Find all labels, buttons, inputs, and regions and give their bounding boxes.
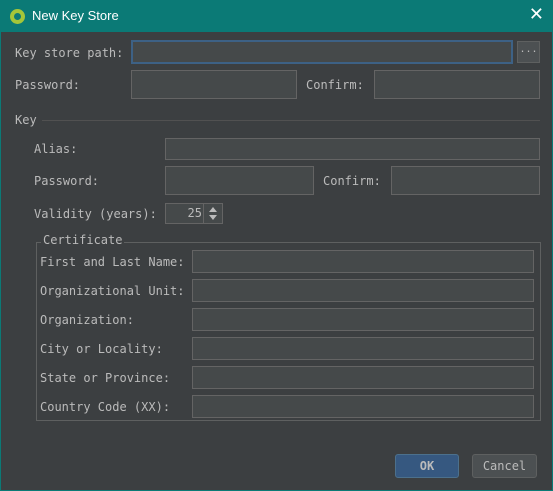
key-section-divider — [42, 120, 540, 121]
spinner-arrows[interactable] — [203, 204, 222, 223]
keystore-password-label: Password: — [15, 78, 81, 92]
key-store-path-label: Key store path: — [15, 46, 124, 60]
key-password-label: Password: — [34, 174, 100, 188]
keystore-confirm-field[interactable] — [374, 70, 540, 99]
close-icon[interactable]: ✕ — [529, 5, 544, 25]
country-code-label: Country Code (XX): — [40, 400, 171, 414]
keystore-confirm-label: Confirm: — [306, 78, 364, 92]
browse-button[interactable]: ... — [517, 41, 540, 63]
organization-field[interactable] — [192, 308, 534, 331]
organizational-unit-field[interactable] — [192, 279, 534, 302]
window-title: New Key Store — [32, 8, 119, 23]
state-province-field[interactable] — [192, 366, 534, 389]
validity-spinner[interactable]: 25 — [165, 203, 223, 224]
key-confirm-label: Confirm: — [323, 174, 381, 188]
decrement-arrow-icon[interactable] — [209, 215, 217, 220]
alias-label: Alias: — [34, 142, 78, 156]
city-locality-field[interactable] — [192, 337, 534, 360]
first-last-name-label: First and Last Name: — [40, 255, 185, 269]
key-store-path-input[interactable] — [131, 40, 513, 64]
title-bar: New Key Store ✕ — [1, 1, 553, 32]
organization-label: Organization: — [40, 313, 134, 327]
key-password-field[interactable] — [165, 166, 314, 195]
country-code-field[interactable] — [192, 395, 534, 418]
validity-label: Validity (years): — [34, 207, 157, 221]
validity-value: 25 — [187, 206, 202, 220]
state-province-label: State or Province: — [40, 371, 171, 385]
alias-field[interactable] — [165, 138, 540, 160]
first-last-name-field[interactable] — [192, 250, 534, 273]
key-confirm-field[interactable] — [391, 166, 540, 195]
increment-arrow-icon[interactable] — [209, 207, 217, 212]
keystore-password-field[interactable] — [131, 70, 297, 99]
ok-button[interactable]: OK — [395, 454, 459, 478]
city-locality-label: City or Locality: — [40, 342, 163, 356]
key-section-label: Key — [15, 113, 37, 127]
cancel-button[interactable]: Cancel — [472, 454, 537, 478]
new-key-store-dialog: New Key Store ✕ Key store path: ... Pass… — [0, 0, 553, 491]
certificate-group-title: Certificate — [41, 232, 125, 248]
android-studio-icon — [10, 9, 25, 24]
organizational-unit-label: Organizational Unit: — [40, 284, 185, 298]
